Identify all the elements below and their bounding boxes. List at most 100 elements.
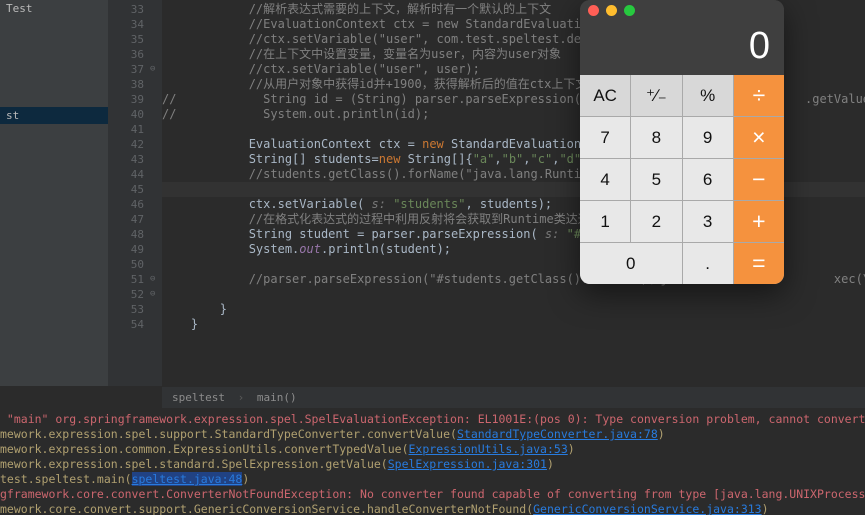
calc-button-%[interactable]: %	[683, 75, 733, 116]
line-number[interactable]: 53	[108, 302, 144, 317]
sidebar-item[interactable]	[0, 73, 108, 77]
breadcrumb-part[interactable]: main()	[257, 391, 297, 404]
calc-button-2[interactable]: 2	[631, 201, 681, 242]
calc-button-1[interactable]: 1	[580, 201, 630, 242]
code-token: //解析表达式需要的上下文，解析时有一个默认的上下文	[162, 2, 551, 16]
code-token: ,	[494, 152, 501, 166]
sidebar-item[interactable]: Test	[0, 0, 108, 17]
code-token: ctx.setVariable(	[162, 197, 372, 211]
calc-button-0[interactable]: 0	[580, 243, 682, 284]
code-token: }	[162, 302, 227, 316]
line-number[interactable]: 38	[108, 77, 144, 92]
breadcrumb-part[interactable]: speltest	[172, 391, 225, 404]
console-text: "main" org.springframework.expression.sp…	[0, 412, 865, 426]
line-number[interactable]: 42	[108, 137, 144, 152]
console-line[interactable]: mework.expression.spel.standard.SpelExpr…	[0, 457, 865, 472]
line-number[interactable]: 39	[108, 92, 144, 107]
console-line[interactable]: mework.expression.common.ExpressionUtils…	[0, 442, 865, 457]
line-number[interactable]: 44	[108, 167, 144, 182]
calc-button-−[interactable]: −	[734, 159, 784, 200]
calc-button-=[interactable]: =	[734, 243, 784, 284]
calc-button-decimal[interactable]: .	[683, 243, 733, 284]
fold-icon[interactable]: ⊖	[150, 272, 155, 287]
line-number[interactable]: 33	[108, 2, 144, 17]
line-number[interactable]: 48	[108, 227, 144, 242]
console-text: )	[242, 472, 249, 486]
stacktrace-link[interactable]: ExpressionUtils.java:53	[409, 442, 568, 456]
calculator-display: 0	[580, 21, 784, 75]
breadcrumb[interactable]: speltest › main()	[162, 386, 865, 408]
fold-icon[interactable]: ⊖	[150, 62, 155, 77]
console-text: )	[762, 502, 769, 515]
code-token: //ctx.setVariable("user", com.test.spelt…	[162, 32, 610, 46]
line-number[interactable]: 50	[108, 257, 144, 272]
calculator-titlebar[interactable]	[580, 0, 784, 21]
calc-button-AC[interactable]: AC	[580, 75, 630, 116]
console-line[interactable]: mework.core.convert.support.GenericConve…	[0, 502, 865, 515]
code-token: //从用户对象中获得id并+1900，获得解析后的值在ctx上下文中	[162, 77, 599, 91]
line-number[interactable]: 45	[108, 182, 144, 197]
calc-button-⁺∕₋[interactable]: ⁺∕₋	[631, 75, 681, 116]
line-number[interactable]: 34	[108, 17, 144, 32]
console-text: )	[568, 442, 575, 456]
calc-button-3[interactable]: 3	[683, 201, 733, 242]
project-sidebar[interactable]: Test st	[0, 0, 108, 386]
line-number[interactable]: 46	[108, 197, 144, 212]
line-number[interactable]: 36	[108, 47, 144, 62]
code-token: //在上下文中设置变量，变量名为user，内容为user对象	[162, 47, 561, 61]
calc-button-÷[interactable]: ÷	[734, 75, 784, 116]
code-token: // System.out.println(id);	[162, 107, 429, 121]
console-text: mework.expression.common.ExpressionUtils…	[0, 442, 409, 456]
calc-button-7[interactable]: 7	[580, 117, 630, 158]
line-number[interactable]: 35	[108, 32, 144, 47]
console-line[interactable]: gframework.core.convert.ConverterNotFoun…	[0, 487, 865, 502]
line-number[interactable]: 52	[108, 287, 144, 302]
code-token: ,	[523, 152, 530, 166]
chevron-right-icon: ›	[232, 391, 251, 404]
line-number[interactable]: 41	[108, 122, 144, 137]
code-line[interactable]: }	[162, 317, 865, 332]
code-token: new	[422, 137, 444, 151]
line-number[interactable]: 40	[108, 107, 144, 122]
stacktrace-link[interactable]: GenericConversionService.java:313	[533, 502, 761, 515]
code-line[interactable]: }	[162, 302, 865, 317]
editor-gutter: ⊖ ⊖ ⊖ 3334353637383940414243444546474849…	[108, 0, 162, 386]
console-line[interactable]: "main" org.springframework.expression.sp…	[0, 412, 865, 427]
line-number[interactable]: 47	[108, 212, 144, 227]
run-console[interactable]: "main" org.springframework.expression.sp…	[0, 408, 865, 515]
stacktrace-link[interactable]: speltest.java:48	[132, 472, 243, 486]
code-token: new	[379, 152, 401, 166]
line-number[interactable]: 54	[108, 317, 144, 332]
code-token: }	[162, 317, 198, 331]
console-line[interactable]: mework.expression.spel.support.StandardT…	[0, 427, 865, 442]
sidebar-item[interactable]: st	[0, 107, 108, 124]
calc-button-5[interactable]: 5	[631, 159, 681, 200]
calc-button-+[interactable]: +	[734, 201, 784, 242]
fold-icon[interactable]: ⊖	[150, 287, 155, 302]
line-number[interactable]: 49	[108, 242, 144, 257]
line-number[interactable]: 37	[108, 62, 144, 77]
code-token: System.	[162, 242, 299, 256]
minimize-icon[interactable]	[606, 5, 617, 16]
code-token: String[]{	[400, 152, 472, 166]
console-text: mework.expression.spel.standard.SpelExpr…	[0, 457, 388, 471]
line-number[interactable]: 43	[108, 152, 144, 167]
code-token: "c"	[531, 152, 553, 166]
close-icon[interactable]	[588, 5, 599, 16]
console-text: mework.core.convert.support.GenericConve…	[0, 502, 533, 515]
calculator-window[interactable]: 0 AC⁺∕₋%÷ 789× 456− 123+0.=	[580, 0, 784, 284]
line-number[interactable]: 51	[108, 272, 144, 287]
calc-button-×[interactable]: ×	[734, 117, 784, 158]
console-line[interactable]: test.speltest.main(speltest.java:48)	[0, 472, 865, 487]
stacktrace-link[interactable]: SpelExpression.java:301	[388, 457, 547, 471]
calc-button-4[interactable]: 4	[580, 159, 630, 200]
zoom-icon[interactable]	[624, 5, 635, 16]
code-line[interactable]	[162, 287, 865, 302]
code-token: //ctx.setVariable("user", user);	[162, 62, 480, 76]
calc-button-6[interactable]: 6	[683, 159, 733, 200]
calc-button-8[interactable]: 8	[631, 117, 681, 158]
code-token: .println(student);	[321, 242, 451, 256]
stacktrace-link[interactable]: StandardTypeConverter.java:78	[457, 427, 658, 441]
calc-button-9[interactable]: 9	[683, 117, 733, 158]
code-token: "a"	[473, 152, 495, 166]
